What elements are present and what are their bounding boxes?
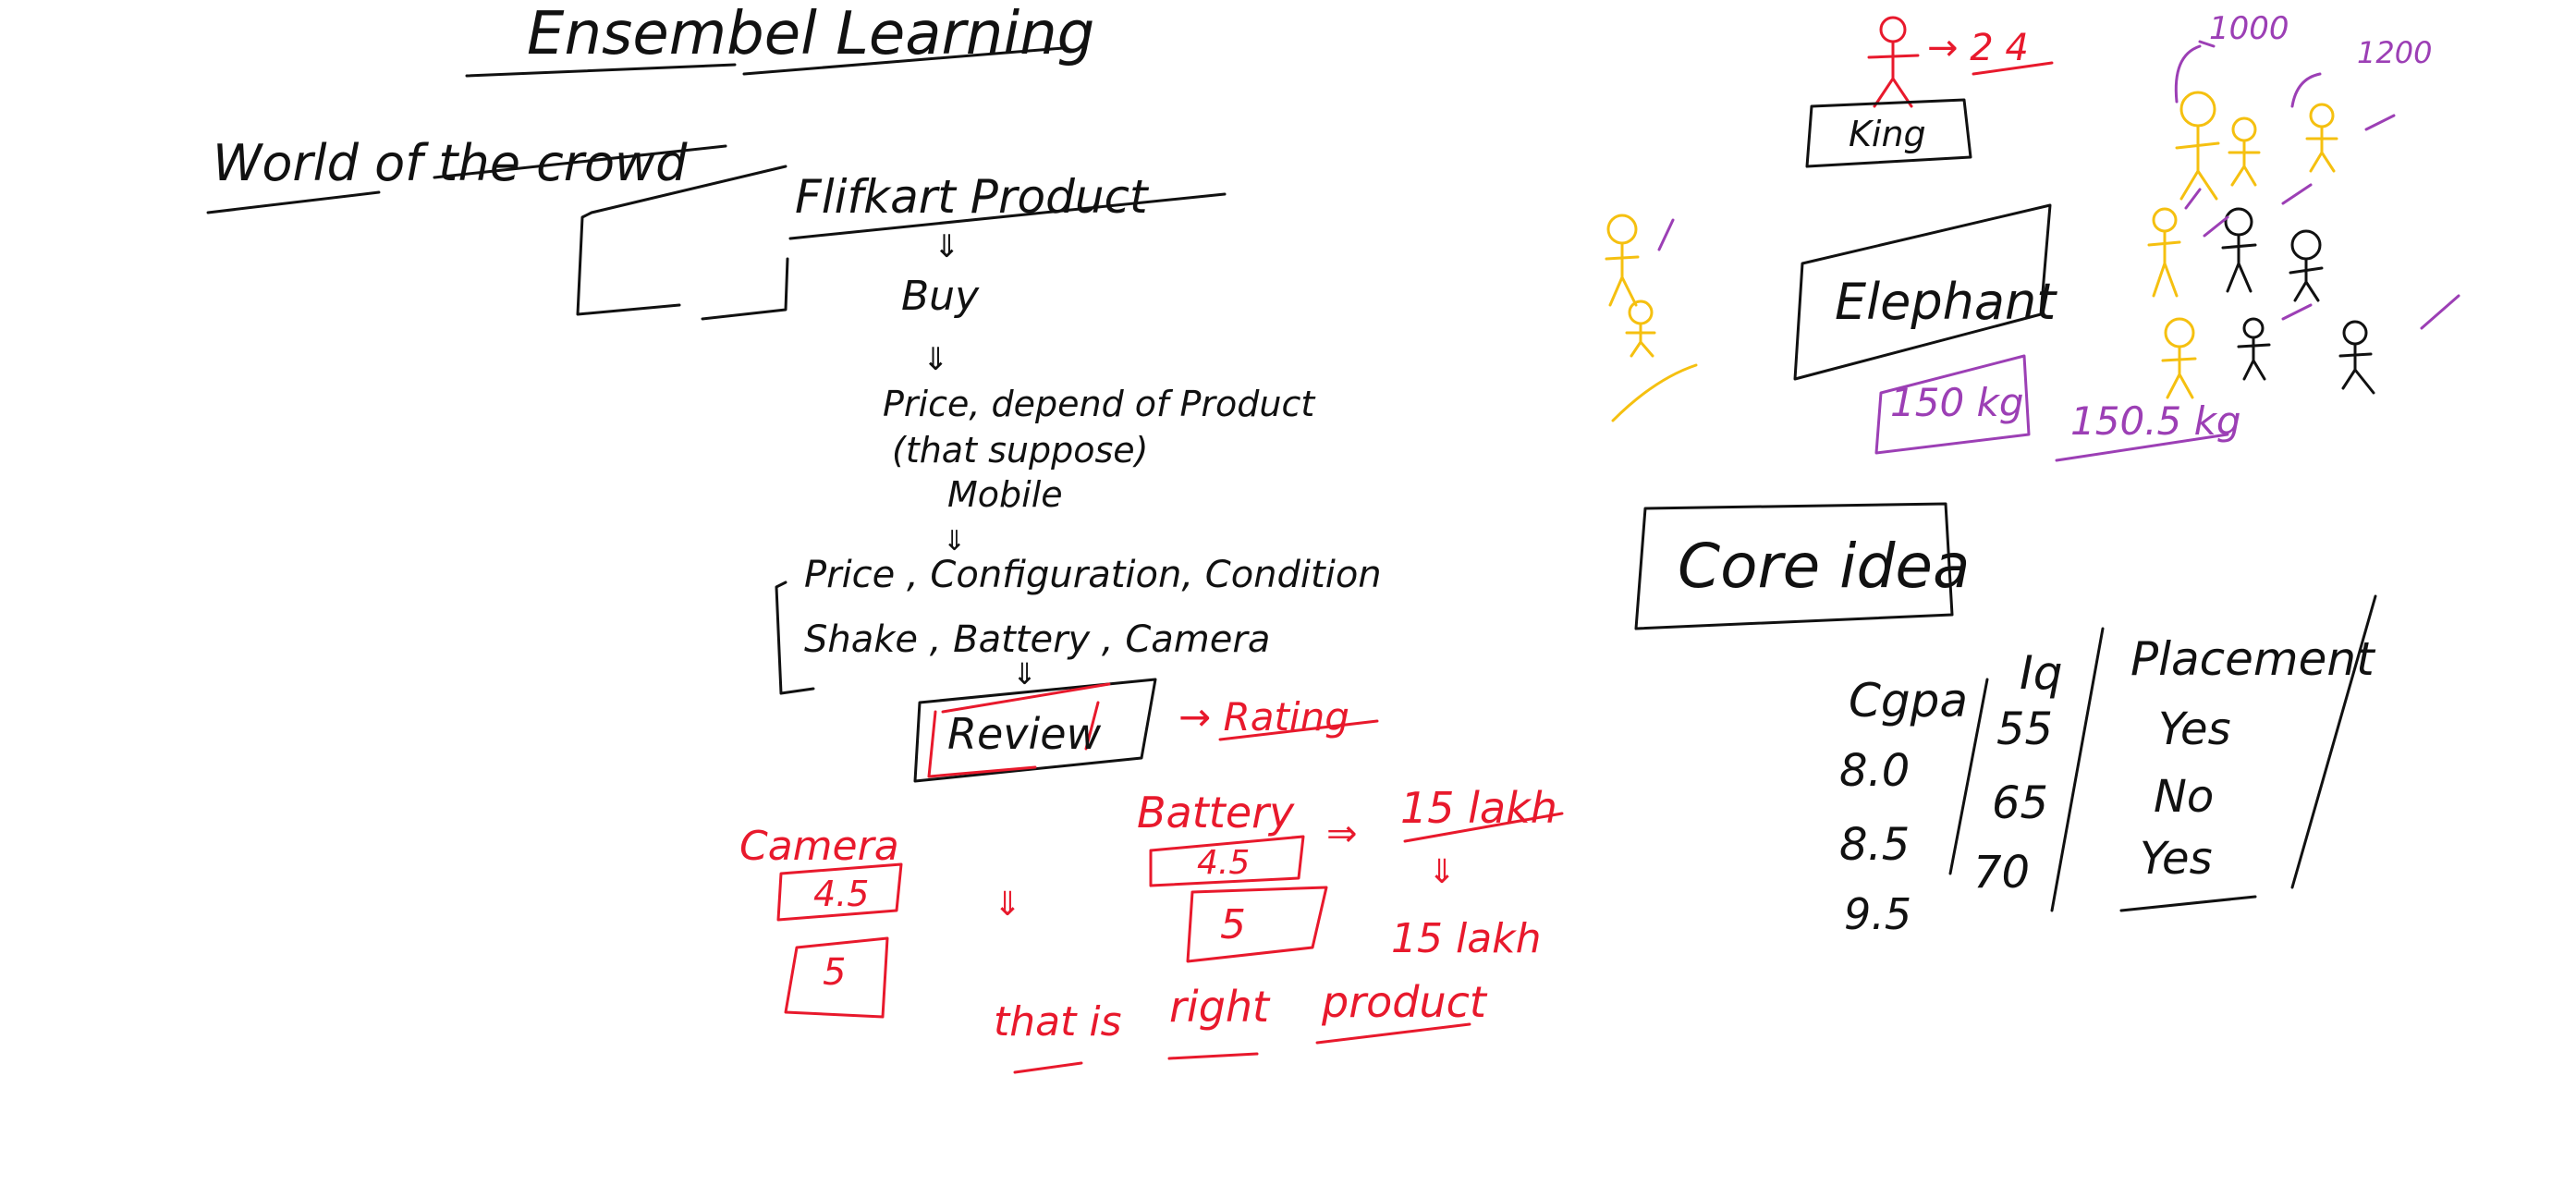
king-stick-figure bbox=[1867, 16, 1920, 108]
conclusion-product: product bbox=[1321, 977, 1488, 1027]
count-1200: 1200 bbox=[2357, 35, 2432, 70]
table-cell: 8.0 bbox=[1839, 745, 1910, 797]
core-idea-text: Core idea bbox=[1678, 531, 1970, 602]
table-cell: Yes bbox=[2158, 703, 2231, 755]
double-arrow-6: ⇓ bbox=[1428, 853, 1456, 891]
conclusion-underline-1 bbox=[1013, 1061, 1083, 1074]
ensemble-notes: Ensembel Learning World of the crowd Fli… bbox=[206, 0, 1564, 1074]
table-cell: 55 bbox=[1996, 703, 2053, 755]
battery-rating2-box bbox=[1186, 886, 1328, 963]
crowd-person-5 bbox=[2161, 317, 2197, 399]
camera-rating: 4.5 bbox=[813, 874, 869, 914]
crowd-person-9 bbox=[2289, 229, 2324, 302]
conclusion-that-is: that is bbox=[994, 998, 1122, 1045]
crowd-stroke-yellow bbox=[1611, 363, 1698, 422]
crowd-stroke-purple bbox=[1657, 114, 2460, 330]
weight-guess: 150 kg bbox=[1890, 380, 2024, 425]
elephant-text: Elephant bbox=[1835, 273, 2057, 331]
price-line-1: Price, depend of Product bbox=[883, 384, 1316, 424]
table-cell: 8.5 bbox=[1839, 819, 1910, 871]
title-text: Ensembel Learning bbox=[527, 0, 1094, 68]
battery-rating: 4.5 bbox=[1197, 844, 1250, 882]
king-text: King bbox=[1849, 114, 1926, 154]
camera-rating2: 5 bbox=[823, 951, 846, 994]
placement-table: Cgpa Iq Placement 8.0 55 Yes 8.5 65 No 9… bbox=[1839, 594, 2377, 939]
crowd-person-6 bbox=[1605, 214, 1640, 307]
wisdom-of-crowd-notes: → 2 4 King Elephant 150 kg 150.5 kg 1000… bbox=[1605, 10, 2460, 939]
table-cell: No bbox=[2154, 771, 2214, 823]
table-cell: 70 bbox=[1973, 847, 2030, 899]
double-arrow-3: ⇓ bbox=[943, 525, 966, 557]
count-text: → 2 4 bbox=[1927, 27, 2029, 69]
crowd-person-8 bbox=[2221, 207, 2257, 293]
table-header-cgpa: Cgpa bbox=[1849, 674, 1968, 727]
review-text: Review bbox=[947, 709, 1102, 759]
battery-text: Battery bbox=[1137, 788, 1295, 838]
price-2: 15 lakh bbox=[1391, 915, 1542, 962]
double-arrow-4: ⇓ bbox=[1012, 656, 1037, 691]
crowd-person-1 bbox=[2175, 91, 2220, 201]
rating-text: → Rating bbox=[1178, 694, 1349, 740]
crowd-person-11 bbox=[2338, 320, 2375, 395]
mobile-text: Mobile bbox=[947, 474, 1063, 515]
arrow-1200 bbox=[2290, 72, 2322, 108]
double-arrow-1: ⇓ bbox=[934, 228, 960, 265]
crowd-person-2 bbox=[2228, 116, 2261, 187]
crowd-person-10 bbox=[2237, 317, 2271, 381]
crowd-person-4 bbox=[2147, 207, 2181, 298]
battery-rating2: 5 bbox=[1220, 901, 1246, 948]
subtitle-text: World of the crowd bbox=[213, 134, 688, 192]
count-1000: 1000 bbox=[2209, 10, 2289, 47]
conclusion-right: right bbox=[1169, 982, 1271, 1032]
table-cell: 9.5 bbox=[1844, 889, 1911, 939]
crowd-person-7 bbox=[1625, 300, 1656, 358]
arrow-right: ⇒ bbox=[1326, 813, 1358, 855]
buy-text: Buy bbox=[901, 273, 980, 320]
double-arrow-5: ⇓ bbox=[994, 886, 1021, 923]
camera-text: Camera bbox=[739, 823, 899, 870]
double-arrow-2: ⇓ bbox=[922, 341, 949, 378]
table-header-iq: Iq bbox=[2020, 646, 2062, 700]
features-line-2: Shake , Battery , Camera bbox=[804, 618, 1270, 661]
table-cell: 65 bbox=[1992, 777, 2048, 829]
product-text: Flifkart Product bbox=[795, 170, 1150, 224]
price-1: 15 lakh bbox=[1400, 783, 1557, 833]
features-line-1: Price , Configuration, Condition bbox=[804, 554, 1382, 596]
conclusion-underline-3 bbox=[1315, 1022, 1471, 1045]
conclusion-underline-2 bbox=[1167, 1052, 1259, 1060]
crowd-person-3 bbox=[2305, 103, 2338, 173]
price-line-2: (that suppose) bbox=[892, 430, 1148, 471]
table-header-placement: Placement bbox=[2130, 632, 2376, 686]
table-cell: Yes bbox=[2140, 833, 2213, 885]
whiteboard: Ensembel Learning World of the crowd Fli… bbox=[206, 0, 2460, 1074]
